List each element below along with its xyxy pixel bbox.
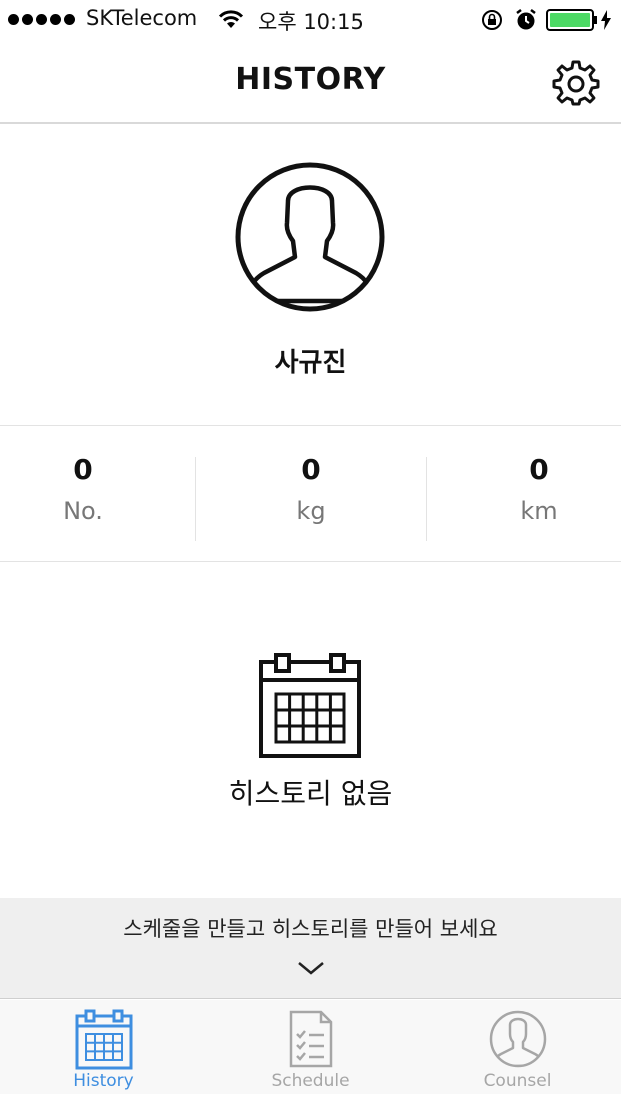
- chevron-down-icon[interactable]: [297, 960, 325, 976]
- profile-section: 사규진: [0, 124, 621, 426]
- stat-unit: km: [520, 497, 558, 525]
- tab-label: Counsel: [483, 1071, 552, 1091]
- checklist-icon: [289, 1010, 332, 1068]
- page-title: HISTORY: [235, 62, 386, 97]
- divider: [426, 457, 427, 541]
- carrier-name: SKTelecom: [86, 6, 198, 30]
- stat-value: 0: [73, 453, 93, 486]
- battery-level: [550, 13, 590, 27]
- signal-strength-icon: [8, 14, 75, 25]
- tab-counsel[interactable]: Counsel: [414, 1000, 621, 1094]
- tab-bar: History Schedule Counsel: [0, 1000, 621, 1094]
- alarm-icon: [516, 9, 536, 30]
- tab-schedule[interactable]: Schedule: [207, 1000, 414, 1094]
- calendar-icon: [259, 653, 361, 758]
- stats-row: 0 No. 0 kg 0 km: [0, 427, 621, 562]
- stat-distance: 0 km: [456, 427, 621, 562]
- stat-value: 0: [529, 453, 549, 486]
- status-bar: SKTelecom 오후 10:15: [0, 0, 621, 40]
- stat-count: 0 No.: [0, 427, 166, 562]
- status-time: 오후 10:15: [258, 10, 364, 34]
- battery-tip: [594, 16, 597, 24]
- calendar-icon: [75, 1009, 132, 1070]
- stat-unit: No.: [63, 497, 103, 525]
- stat-unit: kg: [296, 497, 326, 525]
- tab-label: History: [73, 1071, 134, 1091]
- stat-weight: 0 kg: [196, 427, 426, 562]
- user-avatar-icon: [235, 162, 385, 312]
- stat-value: 0: [301, 453, 321, 486]
- user-name: 사규진: [274, 348, 347, 378]
- empty-history-message: 히스토리 없음: [228, 777, 393, 810]
- battery-icon: [546, 9, 594, 31]
- banner-message: 스케줄을 만들고 히스토리를 만들어 보세요: [123, 917, 498, 941]
- nav-bar: HISTORY: [0, 40, 621, 124]
- gear-icon[interactable]: [552, 58, 600, 106]
- tab-label: Schedule: [271, 1071, 350, 1091]
- schedule-hint-banner[interactable]: 스케줄을 만들고 히스토리를 만들어 보세요: [0, 898, 621, 999]
- user-avatar-icon: [489, 1010, 546, 1068]
- charging-bolt-icon: [601, 10, 611, 30]
- wifi-icon: [218, 10, 244, 28]
- rotation-lock-icon: [482, 10, 502, 30]
- tab-history[interactable]: History: [0, 1000, 207, 1094]
